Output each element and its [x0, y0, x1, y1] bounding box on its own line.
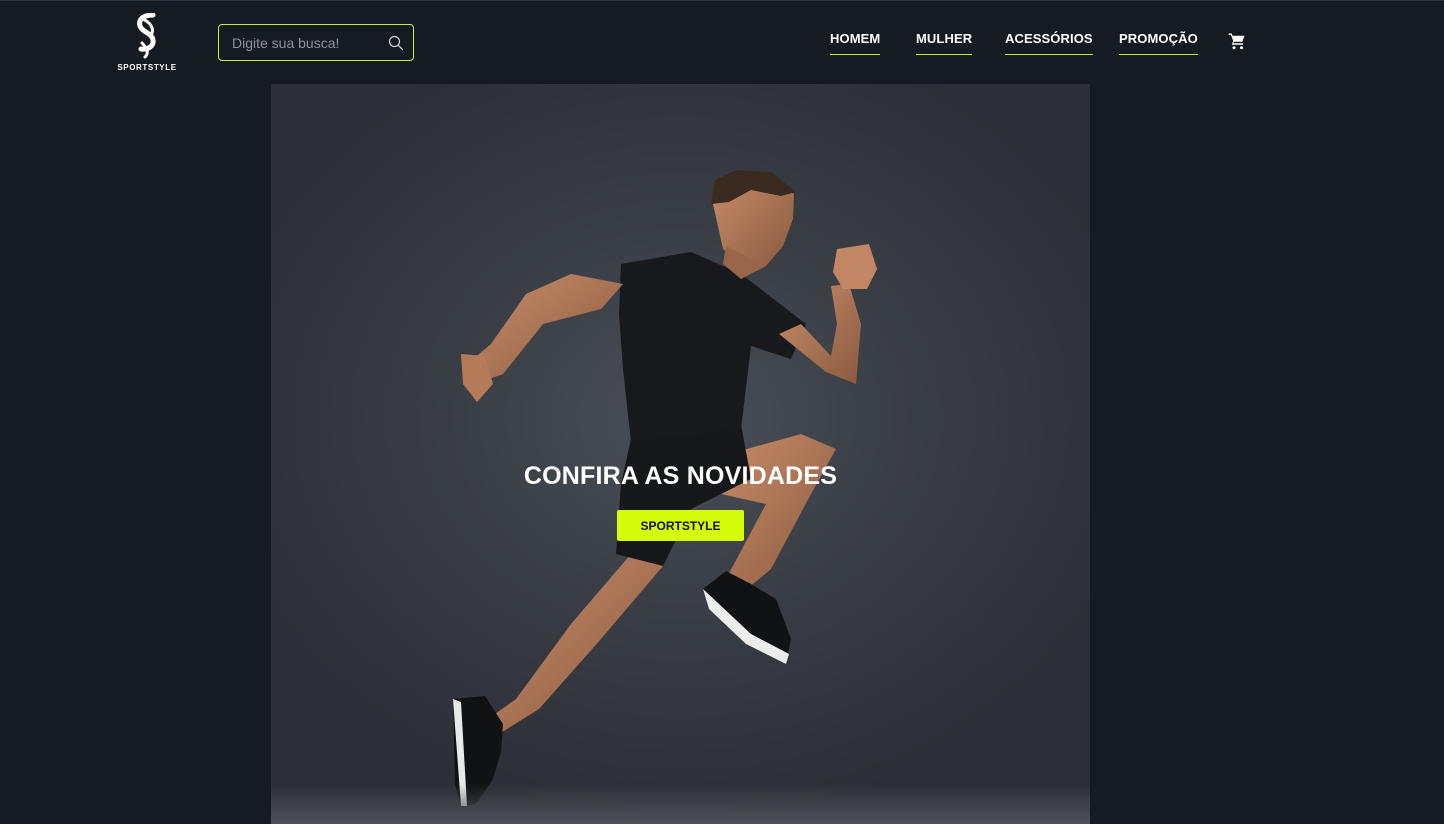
running-athlete-photo [453, 170, 877, 806]
search-icon[interactable] [388, 35, 404, 51]
hero-floor-gradient [271, 784, 1090, 824]
cart-icon[interactable] [1228, 32, 1246, 50]
hero-banner: CONFIRA AS NOVIDADES SPORTSTYLE [271, 84, 1090, 824]
site-header: SPORTSTYLE HOMEM MULHER ACESSÓRIOS PROMO… [0, 1, 1444, 84]
search-box [218, 24, 414, 61]
hero-cta-button[interactable]: SPORTSTYLE [617, 510, 744, 541]
nav-item-homem[interactable]: HOMEM [830, 31, 881, 55]
search-input[interactable] [219, 34, 379, 51]
brand-name: SPORTSTYLE [117, 63, 177, 72]
hero-title: CONFIRA AS NOVIDADES [523, 462, 838, 490]
nav-item-promocao[interactable]: PROMOÇÃO [1119, 31, 1198, 55]
brand-logo[interactable]: SPORTSTYLE [112, 13, 182, 75]
s-logo-icon [137, 13, 156, 59]
nav-item-acessorios[interactable]: ACESSÓRIOS [1005, 31, 1093, 55]
nav-item-mulher[interactable]: MULHER [916, 31, 973, 55]
